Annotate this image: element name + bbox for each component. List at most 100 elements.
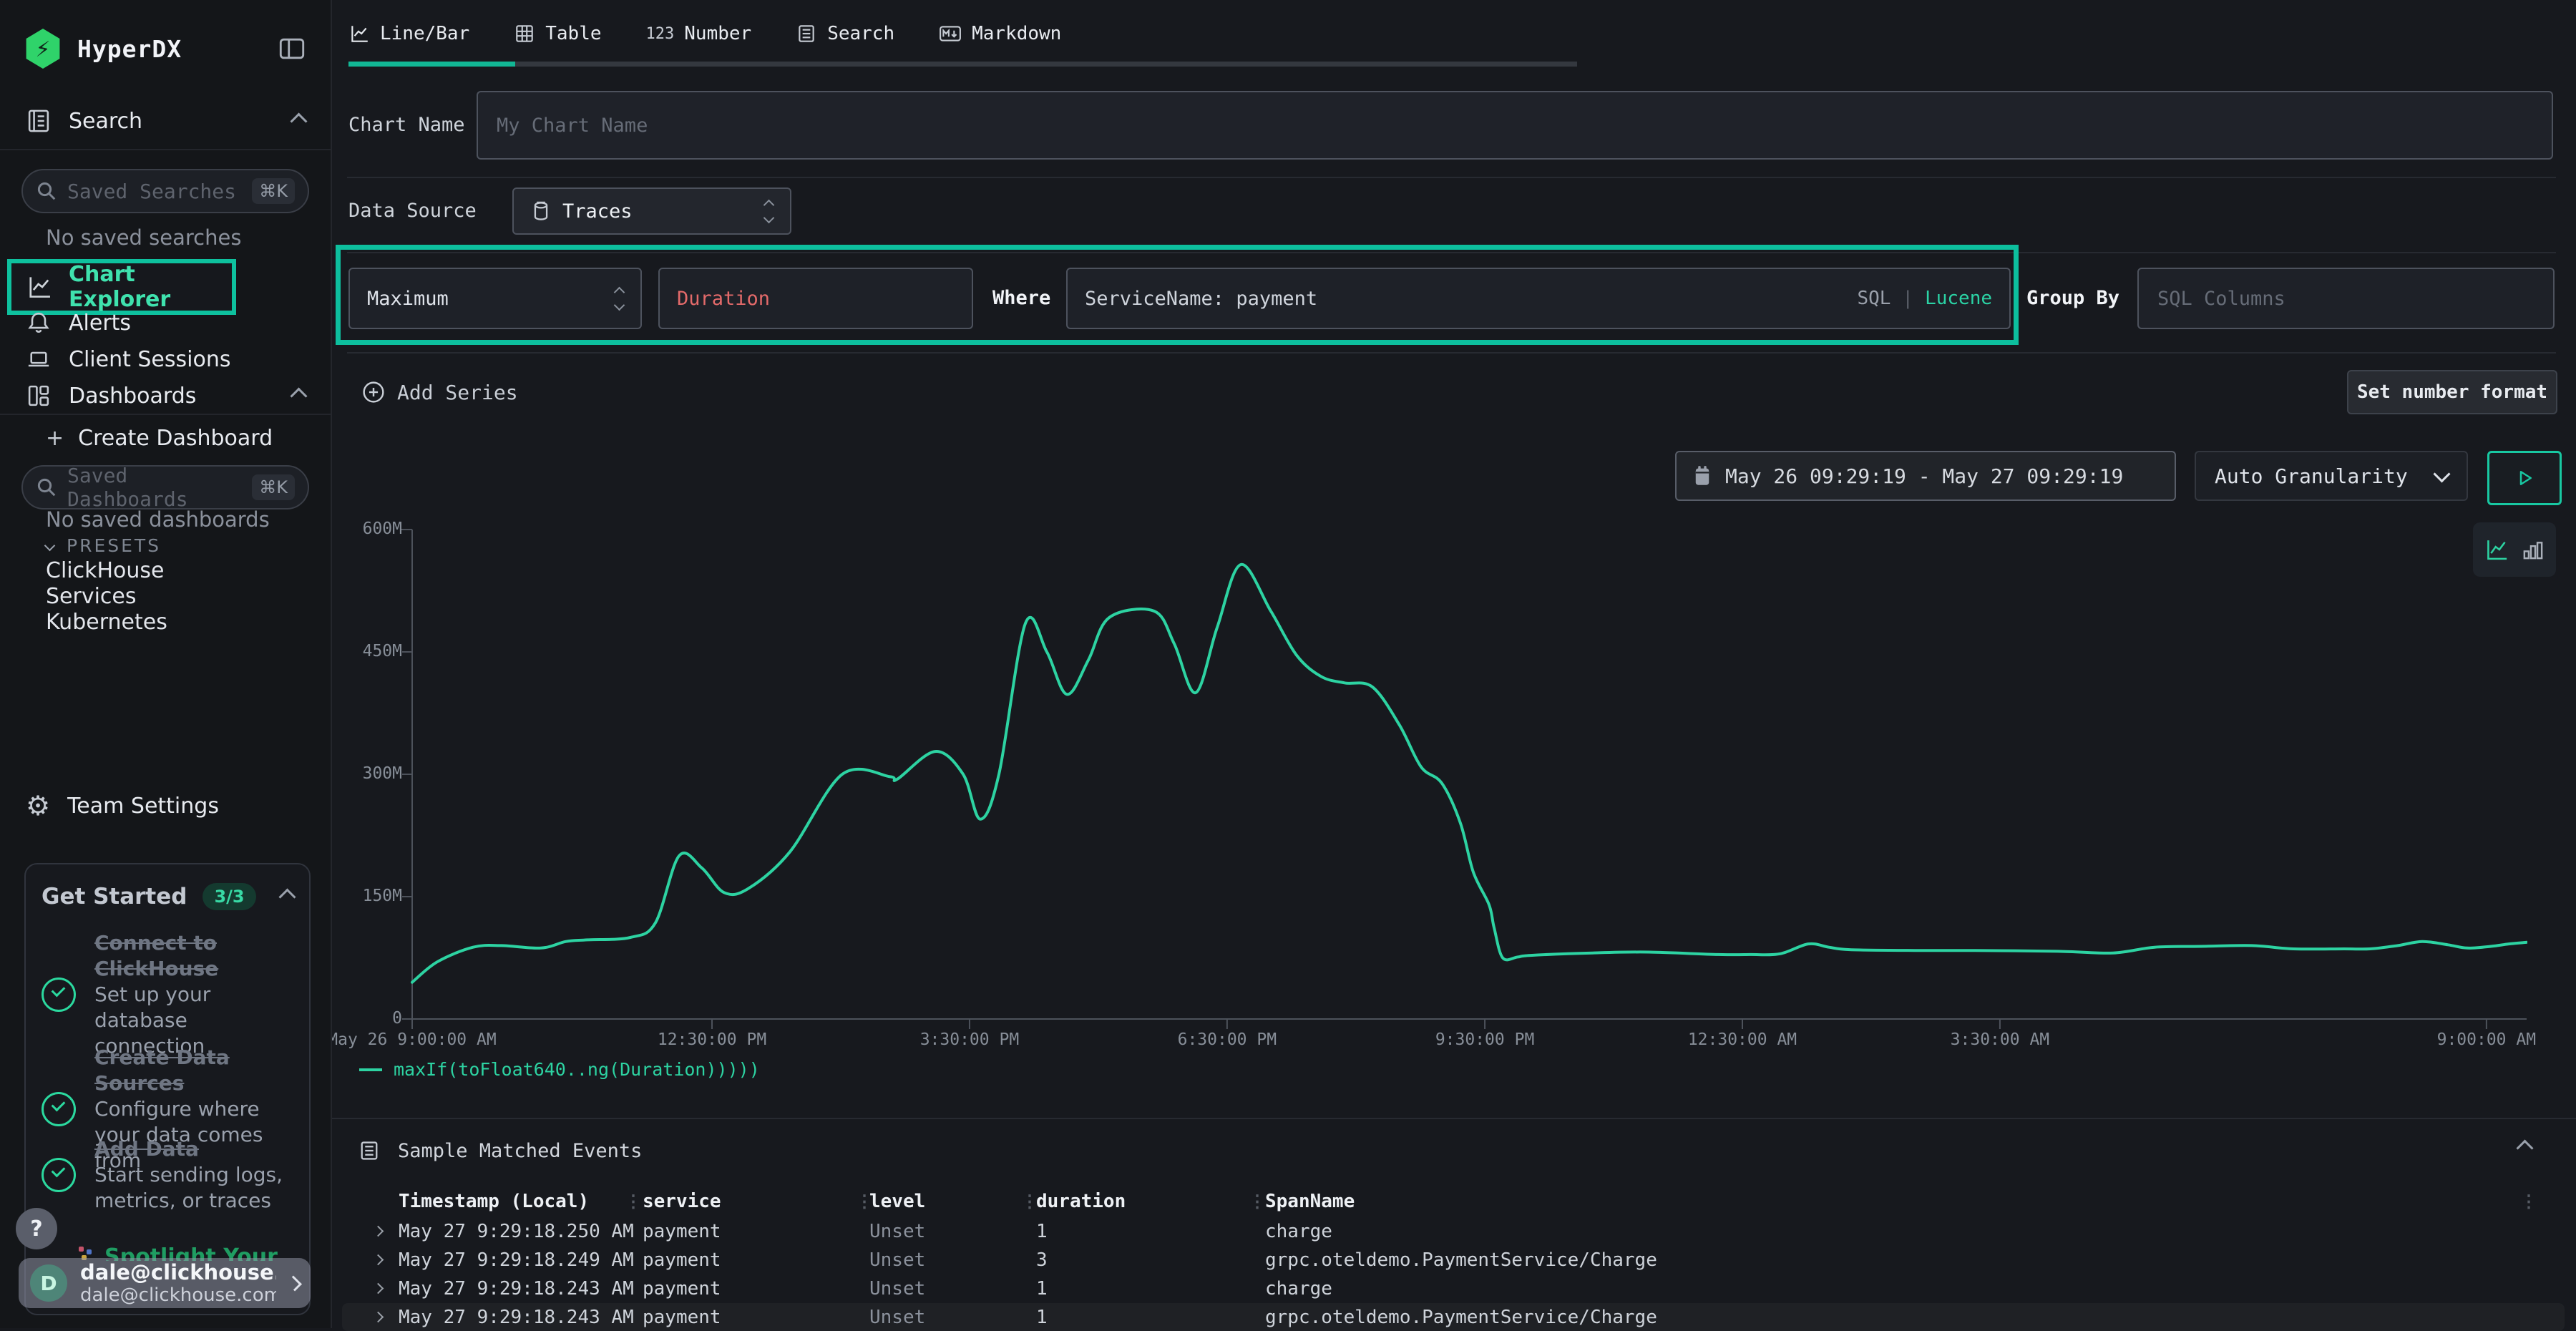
column-separator: ⋮ <box>1249 1191 1266 1211</box>
timeseries-chart[interactable] <box>398 527 2527 1036</box>
checklist-item[interactable]: Connect to ClickHouse Set up your databa… <box>42 930 293 1059</box>
sample-events-header[interactable]: Sample Matched Events <box>358 1135 642 1166</box>
saved-searches-placeholder: Saved Searches <box>67 180 242 203</box>
calendar-icon <box>1692 465 1712 487</box>
tab-markdown[interactable]: Markdown <box>939 23 1061 44</box>
data-source-label: Data Source <box>348 187 477 235</box>
laptop-icon <box>26 346 52 372</box>
table-row[interactable]: May 27 9:29:18.249 AM payment Unset 3 gr… <box>342 1246 2565 1274</box>
x-tick-label: 12:30:00 PM <box>658 1030 766 1049</box>
col-level[interactable]: level <box>869 1191 925 1212</box>
saved-searches-input[interactable]: Saved Searches ⌘K <box>21 169 309 213</box>
shortcut-badge: ⌘K <box>252 474 295 500</box>
data-source-value: Traces <box>562 200 633 223</box>
cell-spanname: charge <box>1265 1278 1332 1300</box>
cell-spanname: grpc.oteldemo.PaymentService/Charge <box>1265 1307 1657 1328</box>
aggregation-select[interactable]: Maximum <box>348 268 642 329</box>
chevron-up-icon[interactable] <box>278 888 296 905</box>
expand-row-chevron[interactable] <box>373 1226 384 1237</box>
metric-field-input[interactable]: Duration <box>658 268 973 329</box>
x-tick-label: 9:00:00 AM <box>2437 1030 2536 1049</box>
tab-line-bar[interactable]: Line/Bar <box>348 23 469 44</box>
col-duration[interactable]: duration <box>1036 1191 1126 1212</box>
search-icon <box>36 477 57 498</box>
sidebar-item-client-sessions[interactable]: Client Sessions <box>0 341 331 377</box>
granularity-value: Auto Granularity <box>2215 464 2408 488</box>
sql-toggle[interactable]: SQL <box>1857 288 1890 309</box>
cell-service: payment <box>643 1221 721 1242</box>
where-label: Where <box>992 268 1050 329</box>
table-row[interactable]: May 27 9:29:18.250 AM payment Unset 1 ch… <box>342 1217 2565 1245</box>
tab-underline <box>515 62 1577 67</box>
column-separator: ⋮ <box>2520 1191 2537 1211</box>
saved-dashboards-placeholder: Saved Dashboards <box>67 464 242 511</box>
cell-duration: 1 <box>1036 1221 1048 1242</box>
chart-name-input[interactable] <box>477 91 2553 160</box>
chart-type-tabs: Line/Bar Table 123 Number Search Markdow… <box>348 0 1061 67</box>
col-service[interactable]: service <box>643 1191 721 1212</box>
set-number-format-button[interactable]: Set number format <box>2347 370 2557 414</box>
toggle-divider: | <box>1902 288 1913 309</box>
play-icon <box>2514 467 2535 489</box>
where-input[interactable]: ServiceName: payment SQL | Lucene <box>1066 268 2011 329</box>
granularity-select[interactable]: Auto Granularity <box>2195 451 2468 501</box>
expand-row-chevron[interactable] <box>373 1254 384 1266</box>
checklist-item[interactable]: Add Data Start sending logs, metrics, or… <box>42 1136 293 1214</box>
col-timestamp[interactable]: Timestamp (Local) <box>399 1191 589 1212</box>
x-tick-label: May 26 9:00:00 AM <box>328 1030 496 1049</box>
x-tick-label: 6:30:00 PM <box>1178 1030 1277 1049</box>
cell-spanname: charge <box>1265 1221 1332 1242</box>
divider <box>0 149 331 150</box>
collapse-sidebar-button[interactable] <box>278 34 306 63</box>
cell-timestamp: May 27 9:29:18.249 AM <box>399 1249 634 1271</box>
y-axis-labels: 600M450M300M150M0 <box>331 530 402 1019</box>
chevron-down-icon <box>44 540 56 551</box>
sidebar-item-preset-kubernetes[interactable]: Kubernetes <box>0 608 331 635</box>
expand-row-chevron[interactable] <box>373 1283 384 1295</box>
y-tick-label: 450M <box>363 642 402 660</box>
presets-header[interactable]: PRESETS <box>0 532 331 558</box>
tab-search[interactable]: Search <box>796 23 894 44</box>
database-icon <box>531 200 551 222</box>
expand-row-chevron[interactable] <box>373 1312 384 1323</box>
x-tick-label: 9:30:00 PM <box>1435 1030 1534 1049</box>
cell-timestamp: May 27 9:29:18.243 AM <box>399 1307 634 1328</box>
select-chevrons-icon <box>765 201 773 222</box>
sidebar-item-preset-clickhouse[interactable]: ClickHouse <box>0 557 331 584</box>
group-by-input[interactable] <box>2137 268 2555 329</box>
get-started-progress-badge: 3/3 <box>203 883 255 910</box>
sidebar-section-search[interactable]: Search <box>69 109 142 134</box>
sidebar-item-alerts[interactable]: Alerts <box>0 305 331 341</box>
divider <box>331 1118 2576 1119</box>
cell-timestamp: May 27 9:29:18.250 AM <box>399 1221 634 1242</box>
chevron-up-icon[interactable] <box>290 387 307 404</box>
user-menu[interactable]: D dale@clickhouse.com dale@clickhouse.co… <box>19 1258 311 1308</box>
data-source-select[interactable]: Traces <box>512 187 791 235</box>
search-section-icon <box>26 108 52 134</box>
list-icon <box>358 1139 381 1162</box>
tab-table[interactable]: Table <box>514 23 601 44</box>
chevron-up-icon[interactable] <box>290 112 307 130</box>
events-table-header: Timestamp (Local) ⋮ service ⋮ level ⋮ du… <box>331 1188 2576 1215</box>
select-chevrons-icon <box>615 288 623 309</box>
date-range-picker[interactable]: May 26 09:29:19 - May 27 09:29:19 <box>1675 451 2176 501</box>
search-icon <box>36 180 57 202</box>
saved-dashboards-input[interactable]: Saved Dashboards ⌘K <box>21 465 309 510</box>
lucene-toggle[interactable]: Lucene <box>1925 288 1992 309</box>
x-tick-label: 3:30:00 AM <box>1951 1030 2049 1049</box>
sidebar-item-preset-services[interactable]: Services <box>0 582 331 610</box>
sidebar-item-team-settings[interactable]: ⚙ Team Settings <box>0 787 331 824</box>
table-row[interactable]: May 27 9:29:18.243 AM payment Unset 1 ch… <box>342 1274 2565 1302</box>
table-row[interactable]: May 27 9:29:18.243 AM payment Unset 1 gr… <box>342 1303 2565 1331</box>
gear-icon: ⚙ <box>26 790 50 821</box>
active-tab-indicator <box>348 62 515 67</box>
help-button[interactable]: ? <box>16 1208 57 1249</box>
add-series-button[interactable]: Add Series <box>361 380 518 404</box>
create-dashboard-button[interactable]: + Create Dashboard <box>0 422 331 454</box>
run-query-button[interactable] <box>2487 451 2562 505</box>
check-circle-icon <box>42 1158 76 1192</box>
collapse-panel-chevron[interactable] <box>2516 1139 2533 1156</box>
col-spanname[interactable]: SpanName <box>1265 1191 1355 1212</box>
tab-number[interactable]: 123 Number <box>646 23 752 44</box>
sidebar-item-dashboards[interactable]: Dashboards <box>0 378 331 414</box>
